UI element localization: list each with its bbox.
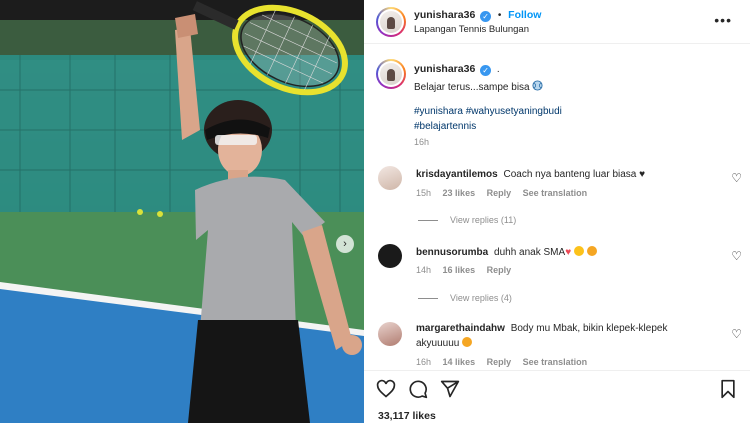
comment-like-heart-icon[interactable]: ♡ bbox=[731, 171, 742, 185]
next-photo-button[interactable]: › bbox=[336, 235, 354, 253]
see-translation-button[interactable]: See translation bbox=[523, 357, 588, 367]
comment-meta: 16h 14 likes Reply See translation bbox=[416, 357, 596, 367]
commenter-username[interactable]: bennusorumba bbox=[416, 247, 488, 258]
post-details-panel: yunishara36 ✓ • Follow Lapangan Tennis B… bbox=[364, 0, 750, 423]
bookmark-icon[interactable] bbox=[718, 379, 738, 399]
view-replies-label: View replies (11) bbox=[450, 215, 517, 225]
caption-dot: . bbox=[496, 64, 500, 75]
reply-button[interactable]: Reply bbox=[487, 188, 512, 198]
post-photo[interactable]: › bbox=[0, 0, 364, 423]
chevron-right-icon: › bbox=[343, 238, 347, 250]
replies-divider bbox=[418, 220, 438, 222]
verified-badge-icon: ✓ bbox=[480, 11, 492, 22]
comment-likes[interactable]: 14 likes bbox=[443, 357, 476, 367]
separator-dot: • bbox=[497, 10, 502, 21]
comment-body: bennusorumba duhh anak SMA♥ bbox=[416, 245, 712, 260]
comment-time: 16h bbox=[416, 357, 432, 367]
comment-text: Coach nya banteng luar biasa bbox=[503, 169, 637, 180]
author-line: yunishara36 ✓ • Follow bbox=[414, 9, 541, 22]
commenter-avatar[interactable] bbox=[378, 166, 402, 190]
heart-eyes-emoji-icon bbox=[586, 246, 597, 256]
verified-badge-icon: ✓ bbox=[480, 65, 492, 76]
commenter-avatar[interactable] bbox=[378, 244, 402, 268]
more-options-icon[interactable]: ••• bbox=[714, 12, 732, 28]
heart-eyes-emoji-icon bbox=[462, 337, 473, 347]
commenter-username[interactable]: margarethaindahw bbox=[416, 323, 505, 334]
share-icon[interactable] bbox=[440, 379, 460, 399]
author-username[interactable]: yunishara36 bbox=[414, 9, 475, 21]
caption-text: Belajar terus...sampe bisa bbox=[414, 82, 530, 93]
comment-meta: 14h 16 likes Reply bbox=[416, 265, 520, 275]
replies-divider bbox=[418, 298, 438, 300]
comment-likes[interactable]: 16 likes bbox=[443, 265, 476, 275]
red-heart-emoji-icon: ♥ bbox=[565, 247, 572, 258]
comment-like-heart-icon[interactable]: ♡ bbox=[731, 249, 742, 263]
view-replies-button[interactable]: View replies (4) bbox=[418, 293, 512, 303]
view-replies-label: View replies (4) bbox=[450, 293, 512, 303]
tennis-photo-illustration bbox=[0, 0, 364, 423]
post-header: yunishara36 ✓ • Follow Lapangan Tennis B… bbox=[364, 0, 750, 44]
hashtag-link[interactable]: #wahyusetyaningbudi bbox=[466, 106, 562, 117]
comment-body: krisdayantilemos Coach nya banteng luar … bbox=[416, 167, 712, 182]
heart-emoji-icon: ♥ bbox=[639, 169, 646, 180]
view-replies-button[interactable]: View replies (11) bbox=[418, 215, 516, 225]
clapping-hands-emoji-icon bbox=[573, 246, 584, 256]
commenter-avatar[interactable] bbox=[378, 322, 402, 346]
caption-timestamp: 16h bbox=[414, 137, 430, 147]
comment-text: duhh anak SMA bbox=[494, 247, 566, 258]
follow-button[interactable]: Follow bbox=[508, 9, 541, 21]
comment-icon[interactable] bbox=[408, 379, 428, 399]
caption-hashtags: #yunishara #wahyusetyaningbudi #belajart… bbox=[414, 104, 614, 134]
see-translation-button[interactable]: See translation bbox=[523, 188, 588, 198]
comment-likes[interactable]: 23 likes bbox=[443, 188, 476, 198]
caption-text-line: Belajar terus...sampe bisa bbox=[414, 80, 543, 93]
heart-icon[interactable] bbox=[376, 379, 396, 399]
comment-like-heart-icon[interactable]: ♡ bbox=[731, 327, 742, 341]
likes-count[interactable]: 33,117 likes bbox=[378, 410, 436, 422]
comment-meta: 15h 23 likes Reply See translation bbox=[416, 188, 596, 198]
hashtag-link[interactable]: #belajartennis bbox=[414, 121, 476, 132]
reply-button[interactable]: Reply bbox=[487, 265, 512, 275]
comment-time: 15h bbox=[416, 188, 432, 198]
caption-avatar[interactable] bbox=[376, 59, 406, 89]
caption-author-line: yunishara36 ✓ . bbox=[414, 63, 500, 76]
author-avatar[interactable] bbox=[376, 7, 406, 37]
hashtag-link[interactable]: #yunishara bbox=[414, 106, 463, 117]
caption-username[interactable]: yunishara36 bbox=[414, 63, 475, 75]
tennis-ball-icon bbox=[532, 80, 543, 91]
post-location[interactable]: Lapangan Tennis Bulungan bbox=[414, 24, 529, 35]
comment-time: 14h bbox=[416, 265, 432, 275]
reply-button[interactable]: Reply bbox=[487, 357, 512, 367]
comment-body: margarethaindahw Body mu Mbak, bikin kle… bbox=[416, 321, 712, 351]
commenter-username[interactable]: krisdayantilemos bbox=[416, 169, 498, 180]
post-actions-bar: 33,117 likes bbox=[364, 370, 750, 423]
